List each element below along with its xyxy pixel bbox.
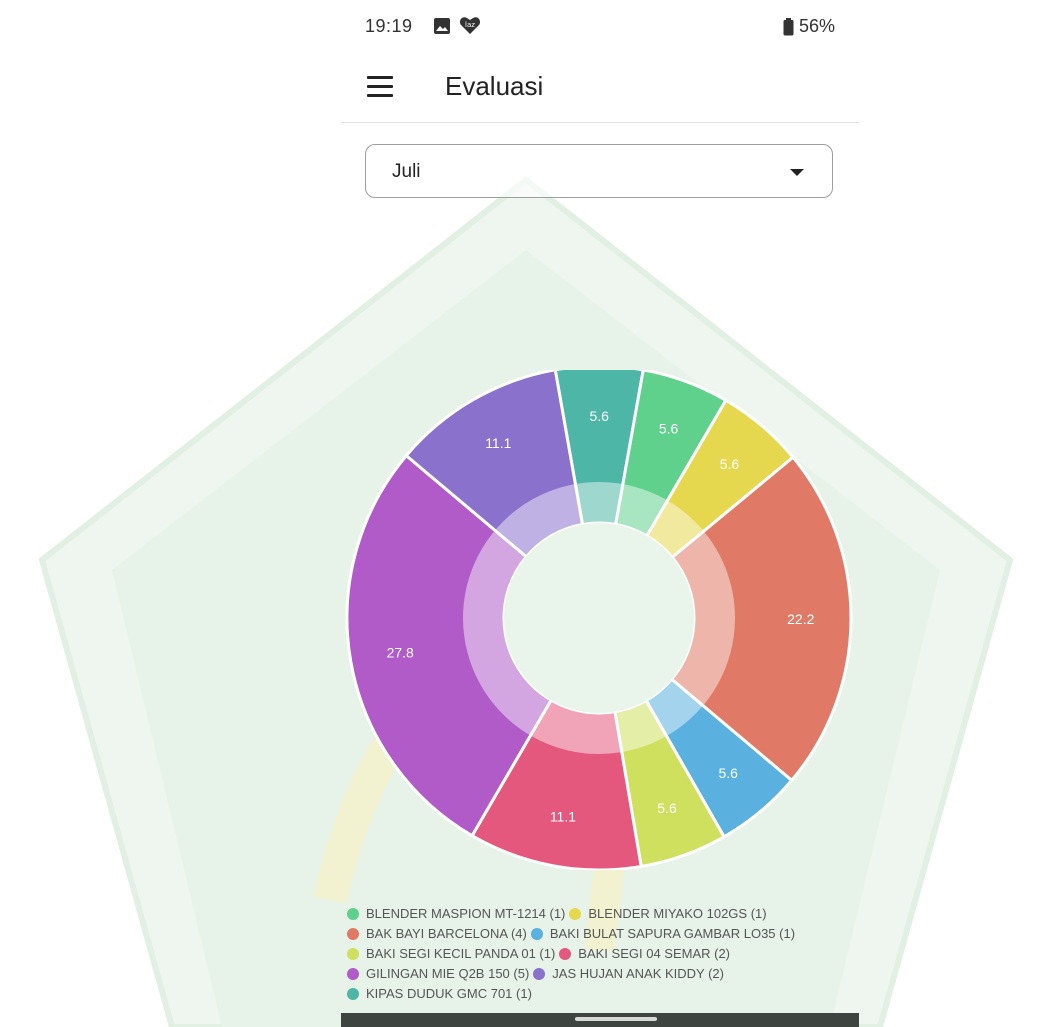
slice-value-label-4: 5.6	[718, 765, 738, 781]
slice-value-label-3: 22.2	[787, 611, 814, 627]
legend-dot-icon	[347, 968, 359, 980]
image-icon	[434, 18, 450, 34]
legend-item[interactable]: BLENDER MIYAKO 102GS (1)	[569, 904, 767, 924]
legend-item[interactable]: BLENDER MASPION MT-1214 (1)	[347, 904, 565, 924]
month-select[interactable]: Juli	[365, 144, 833, 198]
status-bar: 19:19 laz 56%	[341, 0, 859, 52]
hamburger-menu-icon[interactable]	[367, 76, 393, 98]
caret-down-icon	[790, 169, 804, 176]
lazada-icon: laz	[459, 17, 481, 34]
legend-item[interactable]: JAS HUJAN ANAK KIDDY (2)	[533, 964, 724, 984]
slice-value-label-0: 5.6	[589, 408, 609, 424]
slice-value-label-6: 11.1	[550, 809, 576, 825]
svg-text:laz: laz	[465, 21, 475, 29]
system-nav-bar	[341, 1013, 859, 1027]
donut-hole	[504, 523, 694, 713]
legend-item[interactable]: BAKI SEGI 04 SEMAR (2)	[559, 944, 730, 964]
legend-dot-icon	[347, 928, 359, 940]
legend-label: BAKI SEGI KECIL PANDA 01 (1)	[366, 946, 556, 961]
legend-row: BAKI SEGI KECIL PANDA 01 (1) BAKI SEGI 04…	[347, 944, 853, 964]
legend-row: BLENDER MASPION MT-1214 (1) BLENDER MIYAK…	[347, 904, 853, 924]
legend-dot-icon	[347, 948, 359, 960]
legend-dot-icon	[347, 988, 359, 1000]
legend-item[interactable]: BAK BAYI BARCELONA (4)	[347, 924, 527, 944]
legend-label: KIPAS DUDUK GMC 701 (1)	[366, 986, 532, 1001]
legend-dot-icon	[347, 908, 359, 920]
legend-item[interactable]: BAKI SEGI KECIL PANDA 01 (1)	[347, 944, 555, 964]
home-gesture-handle[interactable]	[575, 1017, 657, 1021]
slice-value-label-7: 27.8	[387, 644, 414, 660]
legend-label: BLENDER MASPION MT-1214 (1)	[366, 906, 566, 921]
app-bar: Evaluasi	[341, 56, 859, 123]
chart-legend: BLENDER MASPION MT-1214 (1) BLENDER MIYAK…	[347, 904, 853, 1004]
legend-row: GILINGAN MIE Q2B 150 (5) JAS HUJAN ANAK K…	[347, 964, 853, 984]
slice-value-label-1: 5.6	[659, 421, 679, 437]
legend-dot-icon	[569, 908, 582, 920]
legend-item[interactable]: KIPAS DUDUK GMC 701 (1)	[347, 984, 532, 1004]
legend-dot-icon	[559, 948, 572, 960]
battery-icon	[783, 17, 794, 35]
legend-label: BAK BAYI BARCELONA (4)	[366, 926, 527, 941]
legend-label: BAKI BULAT SAPURA GAMBAR LO35 (1)	[549, 926, 796, 941]
donut-chart: 5.6 5.6 5.6 22.2 5.6 5.6 11.1 27.8 11.1	[345, 370, 853, 870]
battery-indicator: 56%	[783, 16, 835, 37]
legend-item[interactable]: GILINGAN MIE Q2B 150 (5)	[347, 964, 529, 984]
page-title: Evaluasi	[445, 71, 544, 101]
legend-dot-icon	[533, 968, 546, 980]
legend-item[interactable]: BAKI BULAT SAPURA GAMBAR LO35 (1)	[530, 924, 796, 944]
slice-value-label-8: 11.1	[485, 435, 511, 451]
legend-label: BLENDER MIYAKO 102GS (1)	[588, 906, 767, 921]
status-time: 19:19	[365, 16, 413, 36]
legend-label: JAS HUJAN ANAK KIDDY (2)	[552, 966, 724, 981]
slice-value-label-5: 5.6	[657, 800, 677, 816]
phone-screen: 19:19 laz 56% Evaluasi Juli 5.6 5.6 5.6 22.…	[341, 0, 859, 1027]
legend-dot-icon	[530, 928, 543, 940]
legend-row: BAK BAYI BARCELONA (4) BAKI BULAT SAPURA …	[347, 924, 853, 944]
legend-label: BAKI SEGI 04 SEMAR (2)	[578, 946, 731, 961]
slice-value-label-2: 5.6	[720, 456, 740, 472]
battery-percent: 56%	[798, 16, 835, 36]
month-select-value: Juli	[392, 161, 421, 182]
legend-label: GILINGAN MIE Q2B 150 (5)	[366, 966, 530, 981]
legend-row: KIPAS DUDUK GMC 701 (1)	[347, 984, 853, 1004]
